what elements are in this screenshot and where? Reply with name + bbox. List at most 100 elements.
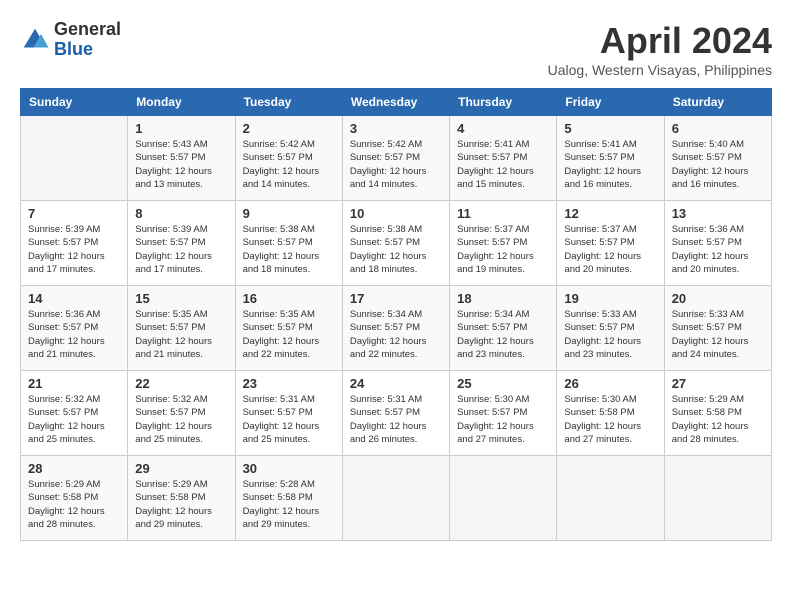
calendar-cell: 27 Sunrise: 5:29 AMSunset: 5:58 PMDaylig… [664, 371, 771, 456]
calendar-cell [21, 116, 128, 201]
calendar-table: Sunday Monday Tuesday Wednesday Thursday… [20, 88, 772, 541]
calendar-cell: 28 Sunrise: 5:29 AMSunset: 5:58 PMDaylig… [21, 456, 128, 541]
logo-blue: Blue [54, 40, 121, 60]
day-number: 14 [28, 291, 120, 306]
day-info: Sunrise: 5:36 AMSunset: 5:57 PMDaylight:… [28, 309, 105, 360]
day-number: 18 [457, 291, 549, 306]
calendar-cell [664, 456, 771, 541]
day-info: Sunrise: 5:38 AMSunset: 5:57 PMDaylight:… [243, 224, 320, 275]
day-number: 24 [350, 376, 442, 391]
day-info: Sunrise: 5:43 AMSunset: 5:57 PMDaylight:… [135, 139, 212, 190]
day-info: Sunrise: 5:35 AMSunset: 5:57 PMDaylight:… [135, 309, 212, 360]
calendar-cell: 19 Sunrise: 5:33 AMSunset: 5:57 PMDaylig… [557, 286, 664, 371]
calendar-cell: 25 Sunrise: 5:30 AMSunset: 5:57 PMDaylig… [450, 371, 557, 456]
day-number: 29 [135, 461, 227, 476]
day-info: Sunrise: 5:30 AMSunset: 5:57 PMDaylight:… [457, 394, 534, 445]
title-area: April 2024 Ualog, Western Visayas, Phili… [548, 20, 772, 78]
day-info: Sunrise: 5:29 AMSunset: 5:58 PMDaylight:… [28, 479, 105, 530]
calendar-cell: 30 Sunrise: 5:28 AMSunset: 5:58 PMDaylig… [235, 456, 342, 541]
day-info: Sunrise: 5:42 AMSunset: 5:57 PMDaylight:… [243, 139, 320, 190]
day-info: Sunrise: 5:40 AMSunset: 5:57 PMDaylight:… [672, 139, 749, 190]
calendar-cell: 4 Sunrise: 5:41 AMSunset: 5:57 PMDayligh… [450, 116, 557, 201]
day-info: Sunrise: 5:41 AMSunset: 5:57 PMDaylight:… [457, 139, 534, 190]
calendar-cell: 16 Sunrise: 5:35 AMSunset: 5:57 PMDaylig… [235, 286, 342, 371]
day-info: Sunrise: 5:34 AMSunset: 5:57 PMDaylight:… [457, 309, 534, 360]
header-friday: Friday [557, 89, 664, 116]
calendar-cell [342, 456, 449, 541]
day-info: Sunrise: 5:42 AMSunset: 5:57 PMDaylight:… [350, 139, 427, 190]
header: General Blue April 2024 Ualog, Western V… [20, 20, 772, 78]
day-info: Sunrise: 5:32 AMSunset: 5:57 PMDaylight:… [135, 394, 212, 445]
calendar-cell: 1 Sunrise: 5:43 AMSunset: 5:57 PMDayligh… [128, 116, 235, 201]
calendar-cell: 26 Sunrise: 5:30 AMSunset: 5:58 PMDaylig… [557, 371, 664, 456]
day-number: 13 [672, 206, 764, 221]
day-number: 3 [350, 121, 442, 136]
day-number: 9 [243, 206, 335, 221]
day-info: Sunrise: 5:28 AMSunset: 5:58 PMDaylight:… [243, 479, 320, 530]
day-number: 23 [243, 376, 335, 391]
day-number: 11 [457, 206, 549, 221]
header-monday: Monday [128, 89, 235, 116]
day-info: Sunrise: 5:33 AMSunset: 5:57 PMDaylight:… [672, 309, 749, 360]
day-number: 17 [350, 291, 442, 306]
day-number: 26 [564, 376, 656, 391]
day-info: Sunrise: 5:29 AMSunset: 5:58 PMDaylight:… [135, 479, 212, 530]
day-info: Sunrise: 5:39 AMSunset: 5:57 PMDaylight:… [28, 224, 105, 275]
day-info: Sunrise: 5:39 AMSunset: 5:57 PMDaylight:… [135, 224, 212, 275]
month-title: April 2024 [548, 20, 772, 62]
day-number: 7 [28, 206, 120, 221]
calendar-cell: 12 Sunrise: 5:37 AMSunset: 5:57 PMDaylig… [557, 201, 664, 286]
header-thursday: Thursday [450, 89, 557, 116]
calendar-cell: 17 Sunrise: 5:34 AMSunset: 5:57 PMDaylig… [342, 286, 449, 371]
logo-icon [20, 25, 50, 55]
day-number: 15 [135, 291, 227, 306]
logo: General Blue [20, 20, 121, 60]
day-info: Sunrise: 5:30 AMSunset: 5:58 PMDaylight:… [564, 394, 641, 445]
day-info: Sunrise: 5:37 AMSunset: 5:57 PMDaylight:… [457, 224, 534, 275]
day-number: 12 [564, 206, 656, 221]
day-number: 2 [243, 121, 335, 136]
day-info: Sunrise: 5:33 AMSunset: 5:57 PMDaylight:… [564, 309, 641, 360]
week-row-3: 21 Sunrise: 5:32 AMSunset: 5:57 PMDaylig… [21, 371, 772, 456]
day-info: Sunrise: 5:38 AMSunset: 5:57 PMDaylight:… [350, 224, 427, 275]
calendar-cell: 23 Sunrise: 5:31 AMSunset: 5:57 PMDaylig… [235, 371, 342, 456]
day-info: Sunrise: 5:34 AMSunset: 5:57 PMDaylight:… [350, 309, 427, 360]
calendar-cell: 2 Sunrise: 5:42 AMSunset: 5:57 PMDayligh… [235, 116, 342, 201]
calendar-cell: 13 Sunrise: 5:36 AMSunset: 5:57 PMDaylig… [664, 201, 771, 286]
calendar-cell: 14 Sunrise: 5:36 AMSunset: 5:57 PMDaylig… [21, 286, 128, 371]
calendar-cell: 21 Sunrise: 5:32 AMSunset: 5:57 PMDaylig… [21, 371, 128, 456]
header-saturday: Saturday [664, 89, 771, 116]
day-info: Sunrise: 5:32 AMSunset: 5:57 PMDaylight:… [28, 394, 105, 445]
calendar-cell: 24 Sunrise: 5:31 AMSunset: 5:57 PMDaylig… [342, 371, 449, 456]
header-tuesday: Tuesday [235, 89, 342, 116]
day-number: 20 [672, 291, 764, 306]
day-number: 6 [672, 121, 764, 136]
calendar-cell: 7 Sunrise: 5:39 AMSunset: 5:57 PMDayligh… [21, 201, 128, 286]
week-row-4: 28 Sunrise: 5:29 AMSunset: 5:58 PMDaylig… [21, 456, 772, 541]
day-number: 25 [457, 376, 549, 391]
calendar-cell: 6 Sunrise: 5:40 AMSunset: 5:57 PMDayligh… [664, 116, 771, 201]
day-number: 28 [28, 461, 120, 476]
day-number: 22 [135, 376, 227, 391]
calendar-cell: 9 Sunrise: 5:38 AMSunset: 5:57 PMDayligh… [235, 201, 342, 286]
header-sunday: Sunday [21, 89, 128, 116]
day-number: 8 [135, 206, 227, 221]
day-number: 1 [135, 121, 227, 136]
calendar-cell: 5 Sunrise: 5:41 AMSunset: 5:57 PMDayligh… [557, 116, 664, 201]
logo-text: General Blue [54, 20, 121, 60]
day-info: Sunrise: 5:31 AMSunset: 5:57 PMDaylight:… [243, 394, 320, 445]
calendar-cell: 15 Sunrise: 5:35 AMSunset: 5:57 PMDaylig… [128, 286, 235, 371]
day-info: Sunrise: 5:37 AMSunset: 5:57 PMDaylight:… [564, 224, 641, 275]
location-title: Ualog, Western Visayas, Philippines [548, 62, 772, 78]
header-row: Sunday Monday Tuesday Wednesday Thursday… [21, 89, 772, 116]
day-number: 19 [564, 291, 656, 306]
calendar-cell [450, 456, 557, 541]
calendar-cell: 29 Sunrise: 5:29 AMSunset: 5:58 PMDaylig… [128, 456, 235, 541]
calendar-cell: 3 Sunrise: 5:42 AMSunset: 5:57 PMDayligh… [342, 116, 449, 201]
calendar-cell: 8 Sunrise: 5:39 AMSunset: 5:57 PMDayligh… [128, 201, 235, 286]
day-number: 4 [457, 121, 549, 136]
day-info: Sunrise: 5:31 AMSunset: 5:57 PMDaylight:… [350, 394, 427, 445]
day-number: 5 [564, 121, 656, 136]
calendar-cell [557, 456, 664, 541]
day-number: 27 [672, 376, 764, 391]
